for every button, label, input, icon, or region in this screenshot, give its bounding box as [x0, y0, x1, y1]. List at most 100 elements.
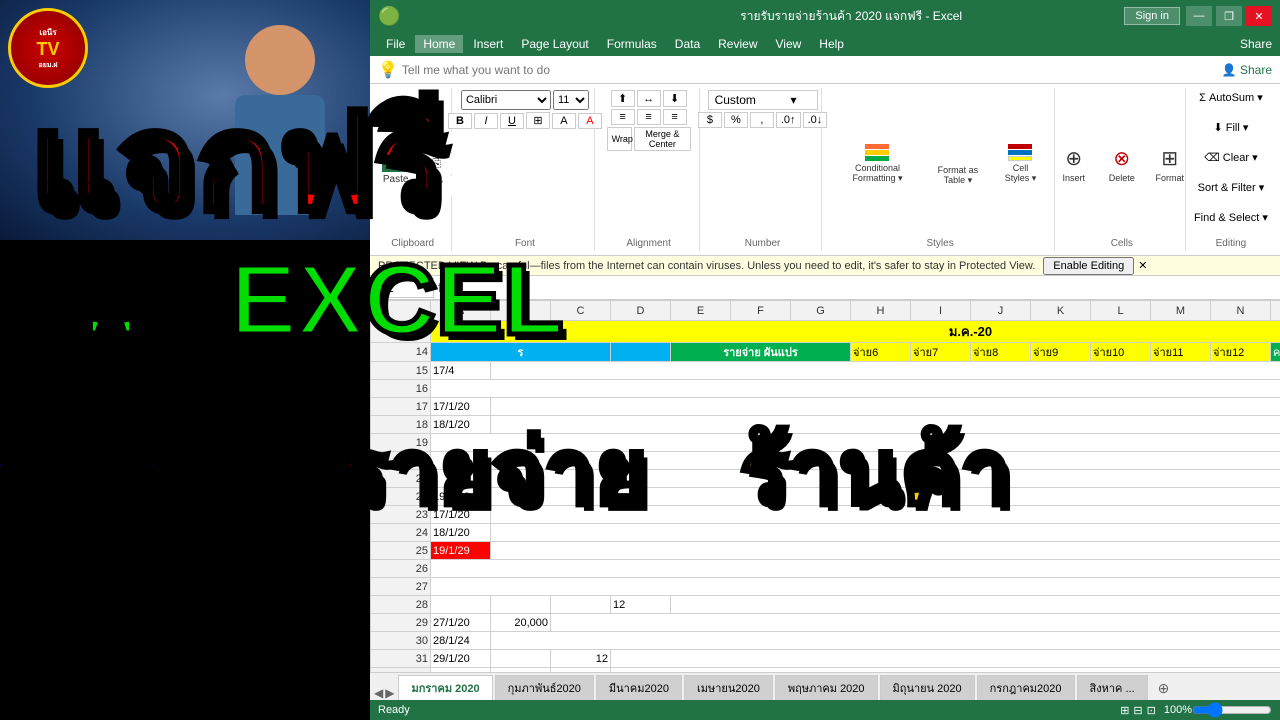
- menu-insert[interactable]: Insert: [465, 35, 511, 53]
- close-button[interactable]: ✕: [1246, 6, 1272, 26]
- font-size-select[interactable]: 11: [553, 90, 589, 110]
- table-cell[interactable]: 12: [551, 650, 611, 668]
- table-cell[interactable]: 30/1/20: [431, 668, 491, 673]
- table-cell[interactable]: 100,000: [491, 668, 551, 673]
- conditional-formatting-button[interactable]: Conditional Formatting ▾: [834, 139, 920, 189]
- table-cell[interactable]: 17/1/20: [431, 398, 491, 416]
- col-header-j[interactable]: J: [971, 301, 1031, 321]
- menu-formulas[interactable]: Formulas: [599, 35, 665, 53]
- table-cell[interactable]: จ่าย10: [1091, 343, 1151, 362]
- table-cell[interactable]: [491, 596, 551, 614]
- delete-button[interactable]: ⊗ Delete: [1100, 141, 1144, 188]
- format-button[interactable]: ⊞ Format: [1148, 141, 1192, 188]
- header-cell[interactable]: ม.ค.-20: [431, 321, 1280, 343]
- col-header-d[interactable]: D: [611, 301, 671, 321]
- cell-styles-button[interactable]: Cell Styles ▾: [995, 139, 1046, 189]
- italic-button[interactable]: I: [474, 113, 498, 129]
- cell-reference-input[interactable]: A1: [374, 278, 434, 298]
- menu-help[interactable]: Help: [811, 35, 852, 53]
- table-cell[interactable]: [611, 668, 1280, 673]
- table-cell[interactable]: [491, 416, 1280, 434]
- sheet-tab-july[interactable]: กรกฎาคม2020: [977, 675, 1075, 700]
- sheet-tab-february[interactable]: กุมภาพันธ์2020: [495, 675, 594, 700]
- table-cell[interactable]: [431, 560, 1280, 578]
- table-cell[interactable]: 19/1/20: [431, 488, 491, 506]
- table-cell[interactable]: จ่าย7: [911, 343, 971, 362]
- menu-data[interactable]: Data: [667, 35, 708, 53]
- col-header-a[interactable]: A: [431, 301, 491, 321]
- decimal-increase-button[interactable]: .0↑: [776, 112, 801, 128]
- next-sheet-button[interactable]: ▶: [385, 686, 394, 700]
- col-header-i[interactable]: I: [911, 301, 971, 321]
- underline-button[interactable]: U: [500, 113, 524, 129]
- font-color-button[interactable]: A: [578, 113, 602, 129]
- sheet-tab-august[interactable]: สิงหาค ...: [1077, 675, 1148, 700]
- col-header-g[interactable]: G: [791, 301, 851, 321]
- table-cell[interactable]: คงเหลือ: [1271, 343, 1280, 362]
- table-cell[interactable]: [491, 488, 1280, 506]
- table-cell[interactable]: 12: [611, 596, 671, 614]
- sheet-tab-may[interactable]: พฤษภาคม 2020: [775, 675, 878, 700]
- table-cell[interactable]: [551, 596, 611, 614]
- merge-center-button[interactable]: Merge & Center: [634, 127, 690, 151]
- table-cell[interactable]: [551, 614, 1280, 632]
- sort-filter-button[interactable]: Sort & Filter ▾: [1189, 180, 1273, 208]
- fill-color-button[interactable]: A: [552, 113, 576, 129]
- menu-view[interactable]: View: [768, 35, 810, 53]
- col-header-c[interactable]: C: [551, 301, 611, 321]
- formula-input[interactable]: [452, 281, 1276, 295]
- restore-button[interactable]: ❐: [1216, 6, 1242, 26]
- table-cell[interactable]: 18/1/20: [431, 416, 491, 434]
- col-header-o[interactable]: O: [1271, 301, 1280, 321]
- menu-home[interactable]: Home: [415, 35, 463, 53]
- menu-file[interactable]: File: [378, 35, 413, 53]
- table-cell[interactable]: [431, 452, 1280, 470]
- prev-sheet-button[interactable]: ◀: [374, 686, 383, 700]
- paste-button[interactable]: 📋 Paste: [374, 139, 418, 190]
- table-cell[interactable]: จ่าย6: [851, 343, 911, 362]
- sheet-tab-march[interactable]: มีนาคม2020: [596, 675, 682, 700]
- align-top-button[interactable]: ⬆: [611, 90, 635, 107]
- table-cell[interactable]: 18/1/20: [431, 524, 491, 542]
- zoom-slider[interactable]: [1192, 702, 1272, 718]
- comma-button[interactable]: ,: [750, 112, 774, 128]
- table-cell[interactable]: [431, 380, 1280, 398]
- format-as-table-button[interactable]: Format as Table ▾: [924, 137, 991, 191]
- table-cell[interactable]: 28/1/24: [431, 632, 491, 650]
- align-right-button[interactable]: ≡: [663, 109, 687, 125]
- table-cell[interactable]: 17/4: [431, 362, 491, 380]
- menu-page-layout[interactable]: Page Layout: [513, 35, 596, 53]
- border-button[interactable]: ⊞: [526, 112, 550, 129]
- table-cell[interactable]: จ่าย8: [971, 343, 1031, 362]
- share-button[interactable]: Share: [1240, 37, 1272, 51]
- table-cell[interactable]: [491, 542, 1280, 560]
- table-cell[interactable]: จ่าย11: [1151, 343, 1211, 362]
- table-cell[interactable]: 1,000: [551, 668, 611, 673]
- table-cell[interactable]: [431, 596, 491, 614]
- align-middle-button[interactable]: ↔: [637, 90, 661, 107]
- table-cell[interactable]: [491, 650, 551, 668]
- enable-editing-button[interactable]: Enable Editing: [1043, 257, 1134, 275]
- col-header-f[interactable]: F: [731, 301, 791, 321]
- add-sheet-button[interactable]: ⊕: [1150, 677, 1178, 700]
- tell-me-input[interactable]: [402, 63, 1218, 77]
- col-header-l[interactable]: L: [1091, 301, 1151, 321]
- table-cell[interactable]: [431, 470, 1280, 488]
- col-header-n[interactable]: N: [1211, 301, 1271, 321]
- sign-in-button[interactable]: Sign in: [1124, 7, 1180, 25]
- notification-close-button[interactable]: ✕: [1138, 259, 1147, 272]
- align-bottom-button[interactable]: ⬇: [663, 90, 687, 107]
- font-family-select[interactable]: Calibri: [461, 90, 551, 110]
- clear-button[interactable]: ⌫ Clear ▾: [1189, 150, 1273, 178]
- wrap-text-button[interactable]: Wrap: [607, 127, 633, 151]
- view-layout-icon[interactable]: ⊟: [1133, 704, 1142, 717]
- align-center-button[interactable]: ≡: [637, 109, 661, 125]
- table-cell[interactable]: [491, 632, 1280, 650]
- sheet-tab-april[interactable]: เมษายน2020: [684, 675, 773, 700]
- table-cell[interactable]: [671, 596, 1280, 614]
- sheet-tab-january[interactable]: มกราคม 2020: [398, 675, 492, 700]
- decimal-decrease-button[interactable]: .0↓: [803, 112, 828, 128]
- table-cell[interactable]: [491, 524, 1280, 542]
- table-cell[interactable]: [491, 398, 1280, 416]
- view-preview-icon[interactable]: ⊡: [1147, 704, 1156, 717]
